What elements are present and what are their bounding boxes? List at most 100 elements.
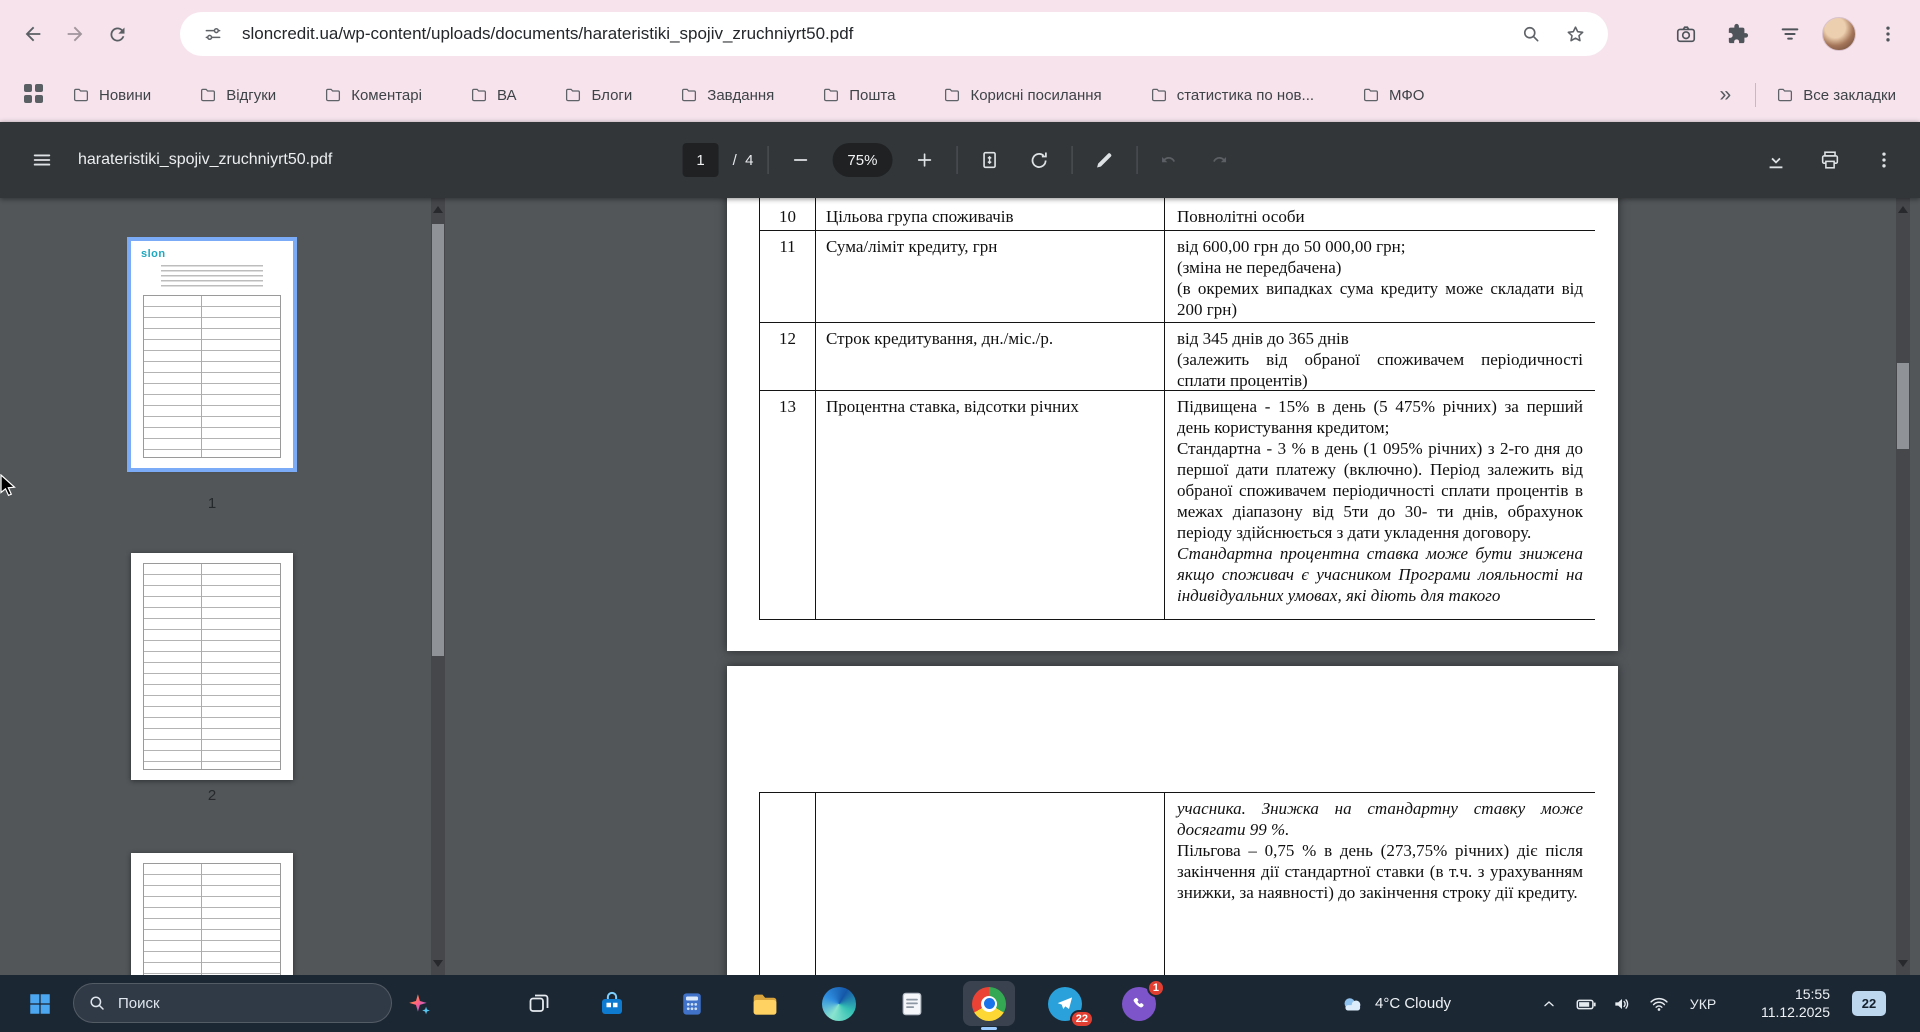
bookmark-item[interactable]: ВА bbox=[470, 86, 516, 104]
table-row: 10 Цільова група споживачів Повнолітні о… bbox=[760, 198, 1595, 231]
row-value: від 345 днів до 365 днів (залежить від о… bbox=[1165, 323, 1595, 390]
weather-label: 4°C Cloudy bbox=[1375, 995, 1452, 1012]
toolbar-divider bbox=[1071, 146, 1073, 174]
file-explorer-app-icon[interactable] bbox=[743, 982, 787, 1025]
extensions-puzzle-icon[interactable] bbox=[1718, 14, 1758, 54]
speaker-icon[interactable] bbox=[1604, 982, 1640, 1025]
task-view-icon[interactable] bbox=[517, 982, 561, 1025]
scroll-up-arrow-icon[interactable] bbox=[433, 206, 443, 213]
address-bar[interactable]: sloncredit.ua/wp-content/uploads/documen… bbox=[180, 12, 1608, 56]
all-bookmarks-button[interactable]: Все закладки bbox=[1776, 86, 1896, 104]
row-name: Строк кредитування, дн./міс./р. bbox=[816, 323, 1165, 390]
row-number: 10 bbox=[760, 198, 816, 230]
redo-icon[interactable] bbox=[1201, 142, 1237, 178]
document-scrollbar[interactable] bbox=[1896, 198, 1910, 975]
row-number: 13 bbox=[760, 391, 816, 619]
bookmark-item[interactable]: статистика по нов... bbox=[1150, 86, 1314, 104]
language-indicator[interactable]: УКР bbox=[1682, 982, 1724, 1025]
toolbar-divider bbox=[956, 146, 958, 174]
scroll-down-arrow-icon[interactable] bbox=[1898, 960, 1908, 967]
bookmark-label: Новини bbox=[99, 86, 152, 104]
pdf-more-kebab-icon[interactable] bbox=[1866, 142, 1902, 178]
search-icon bbox=[90, 996, 104, 1010]
network-wifi-icon[interactable] bbox=[1641, 982, 1677, 1025]
taskbar-clock[interactable]: 15:55 11.12.2025 bbox=[1730, 985, 1830, 1021]
battery-icon[interactable] bbox=[1568, 982, 1604, 1025]
viber-app-icon[interactable]: 1 bbox=[1117, 979, 1165, 1025]
page-count-label: / 4 bbox=[732, 151, 754, 169]
bookmark-item[interactable]: Блоги bbox=[564, 86, 632, 104]
extension-filter-icon[interactable] bbox=[1770, 14, 1810, 54]
browser-menu-kebab-icon[interactable] bbox=[1868, 14, 1908, 54]
browser-action-icons bbox=[1666, 12, 1908, 56]
row-number: 11 bbox=[760, 231, 816, 322]
thumbnails-scrollbar-thumb[interactable] bbox=[432, 224, 444, 656]
telegram-app-icon[interactable]: 22 bbox=[1043, 982, 1094, 1028]
document-scrollbar-thumb[interactable] bbox=[1897, 363, 1909, 449]
page-thumbnail-3[interactable] bbox=[131, 853, 293, 975]
bookmark-label: МФО bbox=[1389, 86, 1425, 104]
download-icon[interactable] bbox=[1758, 142, 1794, 178]
fit-page-icon[interactable] bbox=[971, 142, 1007, 178]
bookmarks-overflow-chevron-icon[interactable]: » bbox=[1716, 83, 1736, 107]
back-icon[interactable] bbox=[12, 13, 54, 55]
table-row: учасника. Знижка на стандартну ставку мо… bbox=[760, 793, 1595, 975]
profile-avatar[interactable] bbox=[1822, 17, 1856, 51]
taskbar-search-box[interactable]: Поиск bbox=[73, 983, 392, 1023]
store-app-icon[interactable] bbox=[590, 982, 634, 1025]
taskbar-weather[interactable]: 4°C Cloudy bbox=[1340, 975, 1451, 1032]
notepad-app-icon[interactable] bbox=[890, 982, 934, 1025]
zoom-out-icon[interactable] bbox=[782, 142, 818, 178]
chrome-app-icon[interactable] bbox=[967, 982, 1011, 1025]
bookmark-label: Корисні посилання bbox=[970, 86, 1102, 104]
screen: sloncredit.ua/wp-content/uploads/documen… bbox=[0, 0, 1920, 1032]
calculator-app-icon[interactable] bbox=[670, 982, 714, 1025]
bookmark-item[interactable]: Пошта bbox=[822, 86, 895, 104]
bookmark-item[interactable]: Новини bbox=[72, 86, 151, 104]
notification-count-badge[interactable]: 22 bbox=[1852, 991, 1886, 1016]
start-button[interactable] bbox=[18, 982, 62, 1025]
bookmark-item[interactable]: Завдання bbox=[680, 86, 774, 104]
characteristics-table: 10 Цільова група споживачів Повнолітні о… bbox=[759, 198, 1595, 620]
apps-grid-icon[interactable] bbox=[24, 84, 46, 106]
bookmark-label: Відгуки bbox=[226, 86, 277, 104]
bookmarks-bar-right: » Все закладки bbox=[1716, 83, 1902, 107]
camera-icon[interactable] bbox=[1666, 14, 1706, 54]
zoom-level-display: 75% bbox=[832, 143, 893, 177]
bookmark-label: Завдання bbox=[707, 86, 775, 104]
all-bookmarks-label: Все закладки bbox=[1803, 86, 1896, 104]
page-number-input[interactable]: 1 bbox=[682, 143, 719, 177]
thumbnails-scrollbar[interactable] bbox=[431, 198, 445, 975]
site-settings-icon[interactable] bbox=[198, 19, 228, 49]
print-icon[interactable] bbox=[1812, 142, 1848, 178]
zoom-in-icon[interactable] bbox=[906, 142, 942, 178]
scroll-down-arrow-icon[interactable] bbox=[433, 960, 443, 967]
bookmark-item[interactable]: Коментарі bbox=[324, 86, 422, 104]
characteristics-table-continued: учасника. Знижка на стандартну ставку мо… bbox=[759, 792, 1595, 975]
page-thumbnail-2[interactable] bbox=[131, 553, 293, 780]
pdf-document-title: harateristiki_spojiv_zruchniyrt50.pdf bbox=[78, 151, 333, 168]
edge-app-icon[interactable] bbox=[817, 982, 861, 1025]
bookmark-item[interactable]: МФО bbox=[1362, 86, 1424, 104]
mouse-cursor bbox=[0, 474, 16, 497]
copilot-sparkle-icon[interactable] bbox=[397, 982, 441, 1025]
forward-icon[interactable] bbox=[54, 13, 96, 55]
bookmark-star-icon[interactable] bbox=[1560, 19, 1590, 49]
annotate-pen-icon[interactable] bbox=[1086, 142, 1122, 178]
pdf-menu-icon[interactable] bbox=[24, 142, 60, 178]
thumbnail-table bbox=[143, 295, 281, 458]
bookmarks-bar: Новини Відгуки Коментарі ВА Блоги Завдан… bbox=[0, 68, 1920, 122]
bookmark-item[interactable]: Корисні посилання bbox=[943, 86, 1102, 104]
bookmark-item[interactable]: Відгуки bbox=[199, 86, 276, 104]
row-name: Процентна ставка, відсотки річних bbox=[816, 391, 1165, 619]
hidden-icons-chevron-icon[interactable] bbox=[1531, 982, 1567, 1025]
thumbnail-label: 2 bbox=[207, 787, 217, 804]
page-thumbnail-1[interactable]: slon bbox=[127, 237, 297, 472]
scroll-up-arrow-icon[interactable] bbox=[1898, 206, 1908, 213]
cloud-icon bbox=[1344, 997, 1361, 1010]
undo-icon[interactable] bbox=[1151, 142, 1187, 178]
rotate-icon[interactable] bbox=[1021, 142, 1057, 178]
reload-icon[interactable] bbox=[96, 13, 138, 55]
zoom-indicator-icon[interactable] bbox=[1516, 19, 1546, 49]
pdf-page-1: 10 Цільова група споживачів Повнолітні о… bbox=[727, 198, 1618, 651]
